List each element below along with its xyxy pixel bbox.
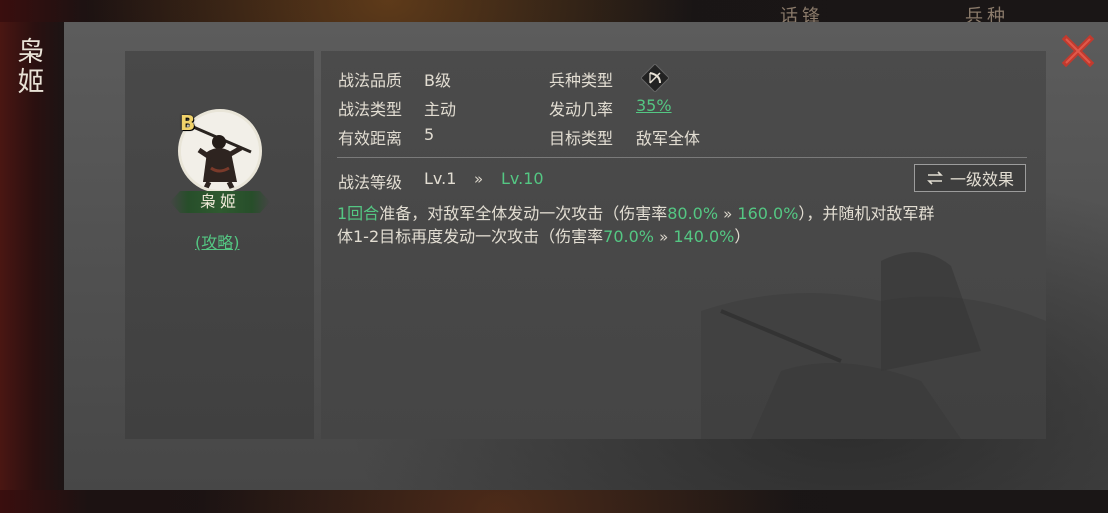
level-from: Lv.1 [424,169,457,188]
level-to: Lv.10 [501,169,544,188]
bow-icon [640,63,670,93]
quality-value: B级 [424,71,451,90]
level-arrow-icon: » [474,170,484,188]
desc-text-3: 体1-2目标再度发动一次攻击（伤害率 [337,227,604,246]
level-effect-button[interactable]: 一级效果 [914,164,1026,192]
swap-arrows-icon [927,171,943,185]
type-label: 战法类型 [338,100,403,119]
close-icon [1061,34,1095,68]
prep-turns: 1回合 [337,204,380,223]
grade-badge: B [180,111,196,135]
effect-description-line-1: 1回合准备，对敌军全体发动一次攻击（伤害率80.0% » 160.0%），并随机… [337,200,934,224]
quality-label: 战法品质 [338,71,403,90]
target-type-label: 目标类型 [549,129,614,148]
target-type-value: 敌军全体 [636,129,701,148]
damage-arrow-1: » [723,205,733,223]
trigger-rate-value[interactable]: 35% [636,96,672,115]
desc-text-2: ），并随机对敌军群 [798,204,935,223]
type-value: 主动 [424,100,457,119]
effect-description-line-2: 体1-2目标再度发动一次攻击（伤害率70.0% » 140.0%） [337,223,750,247]
close-button[interactable] [1060,33,1096,69]
guide-link[interactable]: (攻略) [195,229,240,253]
range-value: 5 [424,125,435,144]
general-name-ribbon: 枭姬 [170,191,270,213]
range-label: 有效距离 [338,129,403,148]
tactic-name-vertical: 枭 姬 [14,38,48,98]
damage-rate-2-from: 70.0% [603,227,654,246]
desc-text-1: 准备，对敌军全体发动一次攻击（伤害率 [379,204,668,223]
troop-type-badge [640,63,670,93]
tactic-name-char-2: 姬 [17,67,45,98]
level-effect-label: 一级效果 [949,170,1014,189]
trigger-rate-label: 发动几率 [549,100,614,119]
damage-rate-2-to: 140.0% [673,227,735,246]
damage-rate-1-from: 80.0% [667,204,719,223]
tactic-level-label: 战法等级 [338,173,403,192]
damage-rate-1-to: 160.0% [737,204,799,223]
desc-text-4: ） [734,227,751,246]
damage-arrow-2: » [659,228,669,246]
tactic-name-char-1: 枭 [17,37,45,68]
troop-type-label: 兵种类型 [549,71,614,90]
section-divider [337,157,1027,158]
